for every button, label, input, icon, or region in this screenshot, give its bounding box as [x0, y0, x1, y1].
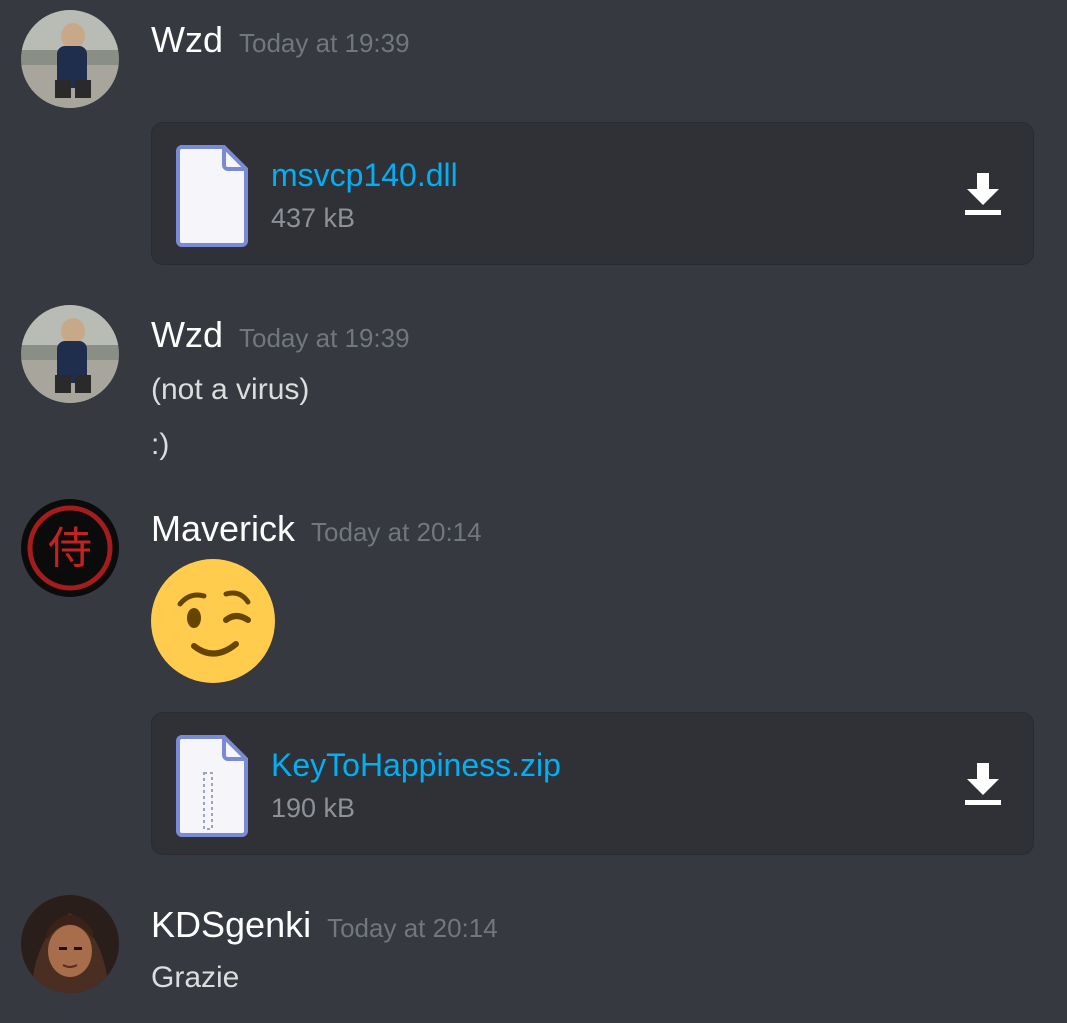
download-icon[interactable] — [963, 171, 1003, 217]
file-attachment: msvcp140.dll 437 kB — [151, 122, 1034, 265]
timestamp: Today at 19:39 — [239, 323, 410, 353]
message-header: Wzd Today at 19:39 — [151, 18, 410, 65]
username[interactable]: KDSgenki — [151, 904, 311, 945]
file-size: 190 kB — [271, 793, 356, 823]
file-name-link[interactable]: KeyToHappiness.zip — [271, 745, 561, 785]
user-avatar-kdsgenki[interactable] — [21, 895, 119, 993]
user-avatar-wzd[interactable] — [21, 10, 119, 108]
message-text: (not a virus) — [151, 373, 310, 406]
file-name-link[interactable]: msvcp140.dll — [271, 155, 458, 195]
message-header: Wzd Today at 19:39 — [151, 313, 410, 360]
timestamp: Today at 19:39 — [239, 28, 410, 58]
download-icon[interactable] — [963, 761, 1003, 807]
file-attachment: KeyToHappiness.zip 190 kB — [151, 712, 1034, 855]
user-avatar-maverick[interactable]: 侍 — [21, 499, 119, 597]
username[interactable]: Maverick — [151, 508, 295, 549]
message-text: Grazie — [151, 961, 240, 994]
timestamp: Today at 20:14 — [327, 913, 498, 943]
zip-file-icon — [174, 733, 250, 837]
user-avatar-wzd[interactable] — [21, 305, 119, 403]
username[interactable]: Wzd — [151, 19, 223, 60]
document-file-icon — [174, 143, 250, 247]
message-header: Maverick Today at 20:14 — [151, 507, 482, 554]
message-text: :) — [151, 428, 170, 461]
svg-text:侍: 侍 — [48, 523, 92, 574]
winking-face-emoji — [150, 558, 276, 684]
file-size: 437 kB — [271, 203, 356, 233]
timestamp: Today at 20:14 — [311, 517, 482, 547]
message-header: KDSgenki Today at 20:14 — [151, 903, 498, 950]
username[interactable]: Wzd — [151, 314, 223, 355]
